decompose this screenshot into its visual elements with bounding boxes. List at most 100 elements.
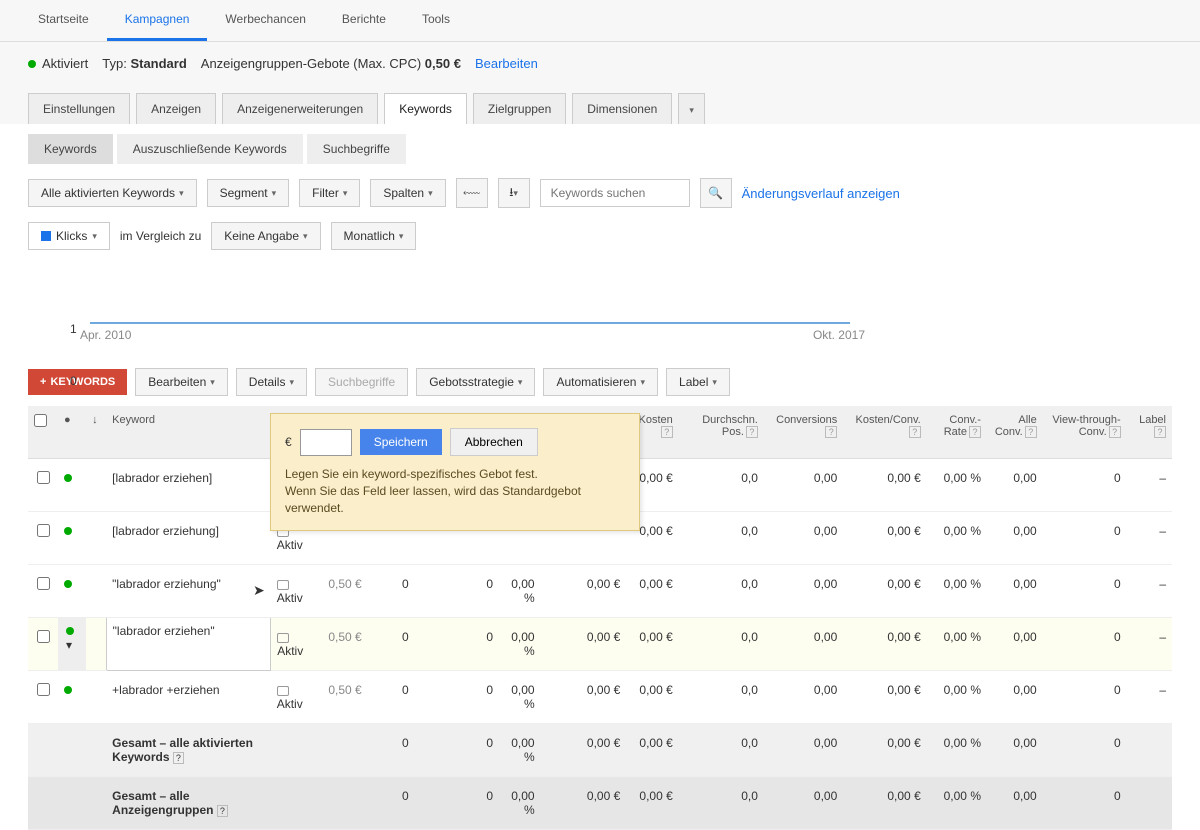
row-checkbox[interactable] [37,630,50,643]
summary-label: Gesamt – alle Anzeigengruppen ? [106,777,271,830]
summary-row: Gesamt – alle Anzeigengruppen ? 0 0 0,00… [28,777,1172,830]
allconv-cell: 0,00 [987,565,1043,618]
x-start: Apr. 2010 [80,328,131,342]
cpc-cell[interactable]: 0,50 € [320,618,368,671]
columns-dropdown[interactable]: Spalten [370,179,445,207]
keyword-cell[interactable]: "labrador erziehung" [106,565,271,618]
subsub-keywords[interactable]: Keywords [28,134,113,164]
klicks-cell: 0 [368,671,415,724]
subtab-more[interactable] [678,93,705,124]
costconv-cell: 0,00 € [843,512,926,565]
bid-input[interactable] [300,429,352,456]
tab-startseite[interactable]: Startseite [20,0,107,41]
metric-klicks-dropdown[interactable]: Klicks [28,222,110,250]
status-dot-icon [64,474,72,482]
row-checkbox[interactable] [37,524,50,537]
th-status-dot: ● [58,406,86,459]
cpc-cell[interactable]: 0,50 € [320,565,368,618]
edit-link[interactable]: Bearbeiten [475,56,538,71]
keyword-cell[interactable]: [labrador erziehung] [106,512,271,565]
search-input[interactable] [540,179,690,207]
filter-dropdown[interactable]: Filter [299,179,360,207]
summary-label: Gesamt – alle aktivierten Keywords ? [106,724,271,777]
subtab-keywords[interactable]: Keywords [384,93,467,124]
subsub-negative[interactable]: Auszuschließende Keywords [117,134,303,164]
bidstrategy-dropdown[interactable]: Gebotsstrategie [416,368,535,396]
x-end: Okt. 2017 [813,328,865,342]
cost-cell: 0,00 € [626,565,679,618]
keyword-cell[interactable]: [labrador erziehen] [106,459,271,512]
pos-cell: 0,0 [679,512,764,565]
convrate-cell: 0,00 % [927,618,987,671]
history-link[interactable]: Änderungsverlauf anzeigen [742,186,900,201]
label-dropdown[interactable]: Label [666,368,730,396]
row-checkbox[interactable] [37,683,50,696]
row-checkbox[interactable] [37,577,50,590]
table-row: "labrador erziehung" Aktiv 0,50 € 0 0 0,… [28,565,1172,618]
allconv-cell: 0,00 [987,618,1043,671]
comment-icon[interactable] [277,633,289,643]
label-cell: – [1127,565,1172,618]
th-allconv[interactable]: Alle Conv.? [987,406,1043,459]
select-all-checkbox[interactable] [34,414,47,427]
th-costconv[interactable]: Kosten/Conv.? [843,406,926,459]
automate-dropdown[interactable]: Automatisieren [543,368,658,396]
type-value: Standard [130,56,186,71]
th-avgpos[interactable]: Durchschn. Pos.? [679,406,764,459]
subtab-zielgruppen[interactable]: Zielgruppen [473,93,566,124]
subtab-erweiterungen[interactable]: Anzeigenerweiterungen [222,93,378,124]
convrate-cell: 0,00 % [927,565,987,618]
th-keyword[interactable]: Keyword [106,406,271,459]
tab-tools[interactable]: Tools [404,0,468,41]
th-conversions[interactable]: Conversions? [764,406,843,459]
filter-keywords-dropdown[interactable]: Alle aktivierten Keywords [28,179,197,207]
convrate-cell: 0,00 % [927,512,987,565]
subtab-anzeigen[interactable]: Anzeigen [136,93,216,124]
subtab-dimensionen[interactable]: Dimensionen [572,93,672,124]
row-checkbox[interactable] [37,471,50,484]
cpc-cell[interactable]: 0,50 € [320,671,368,724]
comment-icon[interactable] [277,686,289,696]
tab-kampagnen[interactable]: Kampagnen [107,0,208,41]
th-label[interactable]: Label? [1127,406,1172,459]
th-sort-arrow[interactable]: ↓ [86,406,106,459]
details-dropdown[interactable]: Details [236,368,307,396]
th-convrate[interactable]: Conv.-Rate? [927,406,987,459]
save-button[interactable]: Speichern [360,429,442,455]
klicks-cell: 0 [368,565,415,618]
impr-cell: 0 [415,565,499,618]
keyword-cell[interactable]: +labrador +erziehen [106,671,271,724]
costconv-cell: 0,00 € [843,565,926,618]
mouse-cursor-icon: ➤ [253,582,265,599]
compare-period-dropdown[interactable]: Monatlich [331,222,417,250]
edit-dropdown[interactable]: Bearbeiten [135,368,228,396]
vtc-cell: 0 [1043,618,1127,671]
compare-none-dropdown[interactable]: Keine Angabe [211,222,320,250]
search-button[interactable]: 🔍 [700,178,732,208]
tab-berichte[interactable]: Berichte [324,0,404,41]
costconv-cell: 0,00 € [843,459,926,512]
table-row: ▾ "labrador erziehen" Aktiv 0,50 € 0 0 0… [28,618,1172,671]
add-keywords-button[interactable]: +KEYWORDS [28,369,127,395]
download-icon[interactable]: ⭳ [498,178,530,208]
convrate-cell: 0,00 % [927,459,987,512]
currency-symbol: € [285,435,292,449]
keyword-cell[interactable]: "labrador erziehen" [106,618,271,671]
subsub-searchterms[interactable]: Suchbegriffe [307,134,406,164]
searchterms-button[interactable]: Suchbegriffe [315,368,408,396]
segment-dropdown[interactable]: Segment [207,179,290,207]
comment-icon[interactable] [277,580,289,590]
popover-msg1: Legen Sie ein keyword-spezifisches Gebot… [285,466,625,483]
status-dot-icon [66,627,74,635]
vtc-cell: 0 [1043,565,1127,618]
tab-werbechancen[interactable]: Werbechancen [207,0,324,41]
th-vtc[interactable]: View-through-Conv.? [1043,406,1127,459]
subtab-einstellungen[interactable]: Einstellungen [28,93,130,124]
costconv-cell: 0,00 € [843,671,926,724]
cancel-button[interactable]: Abbrechen [450,428,538,456]
chart-icon[interactable]: ⬳ [456,178,488,208]
type-label: Typ: [102,56,127,71]
performance-chart: 1 0 Apr. 2010 Okt. 2017 [0,322,1200,362]
allconv-cell: 0,00 [987,512,1043,565]
popover-msg2: Wenn Sie das Feld leer lassen, wird das … [285,483,625,517]
